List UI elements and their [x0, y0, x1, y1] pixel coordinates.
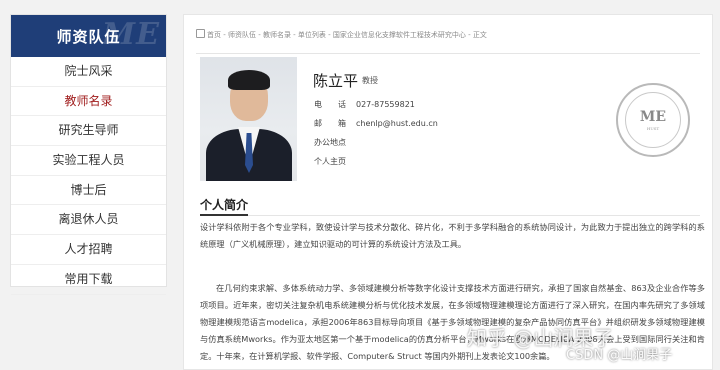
sidebar-nav: 院士风采 教师名录 研究生导师 实验工程人员 博士后 离退休人员 人才招聘 常用…	[11, 57, 166, 295]
phone-value: 027-87559821	[356, 100, 415, 109]
section-title: 个人简介	[200, 198, 249, 212]
sidebar-item-recruitment[interactable]: 人才招聘	[11, 235, 166, 265]
sidebar-item-retirees[interactable]: 离退休人员	[11, 205, 166, 236]
section-title-underline	[200, 214, 248, 216]
breadcrumb-text[interactable]: 首页 - 师资队伍 - 教师名录 - 单位列表 - 国家企业信息化支撑软件工程技…	[207, 31, 487, 39]
header-divider	[196, 53, 700, 54]
photo-hair	[228, 70, 270, 90]
homepage-label: 个人主页	[314, 157, 346, 166]
seal-subtext: HUST	[646, 125, 660, 131]
email-label: 邮 箱	[314, 119, 346, 128]
sidebar-item-lab-engineers[interactable]: 实验工程人员	[11, 146, 166, 176]
profile-name: 陈立平	[313, 72, 359, 90]
profile-title: 教授	[362, 76, 378, 85]
homepage-row: 个人主页	[314, 156, 356, 167]
profile-photo	[200, 57, 297, 181]
main-panel: 首页 - 师资队伍 - 教师名录 - 单位列表 - 国家企业信息化支撑软件工程技…	[183, 14, 713, 370]
office-row: 办公地点	[314, 137, 356, 148]
phone-row: 电 话 027-87559821	[314, 99, 415, 110]
sidebar-emblem-watermark: ME	[101, 17, 160, 52]
home-icon[interactable]	[196, 29, 205, 38]
office-label: 办公地点	[314, 138, 346, 147]
seal-inner-ring: ME HUST	[625, 92, 681, 148]
school-seal-logo: ME HUST	[616, 83, 690, 157]
section-divider	[200, 215, 700, 216]
sidebar-item-faculty-directory[interactable]: 教师名录	[11, 87, 166, 117]
sidebar-item-graduate-supervisors[interactable]: 研究生导师	[11, 116, 166, 147]
csdn-watermark: CSDN @山涧果子	[566, 348, 673, 363]
sidebar-item-academicians[interactable]: 院士风采	[11, 57, 166, 87]
email-row: 邮 箱 chenlp@hust.edu.cn	[314, 118, 438, 129]
bio-paragraph-1: 设计学科依附于各个专业学科，致使设计学与技术分散化、碎片化，不利于多学科融合的系…	[200, 222, 705, 249]
sidebar-title: 师资队伍 ME	[11, 15, 166, 57]
phone-label: 电 话	[314, 100, 346, 109]
sidebar-item-postdocs[interactable]: 博士后	[11, 176, 166, 206]
sidebar: 师资队伍 ME 院士风采 教师名录 研究生导师 实验工程人员 博士后 离退休人员…	[10, 14, 167, 295]
breadcrumb[interactable]: 首页 - 师资队伍 - 教师名录 - 单位列表 - 国家企业信息化支撑软件工程技…	[196, 29, 487, 40]
email-value[interactable]: chenlp@hust.edu.cn	[356, 119, 438, 128]
sidebar-item-downloads[interactable]: 常用下载	[11, 265, 166, 295]
seal-monogram: ME	[639, 108, 667, 125]
